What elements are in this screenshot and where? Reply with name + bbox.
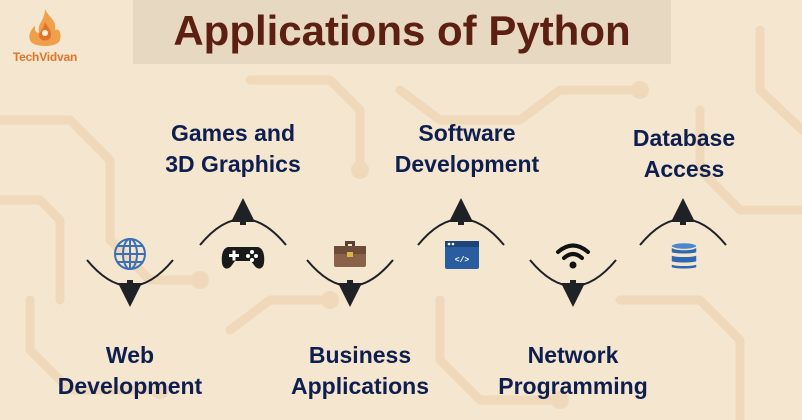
label-line-1: Network [527,342,619,368]
label-line-1: Database [632,125,736,151]
label-web-development: Web Development [38,340,222,402]
briefcase-icon [334,241,366,267]
label-database-access: Database Access [606,123,762,185]
code-icon: </> [445,241,479,269]
label-line-1: Games and [171,120,295,146]
label-line-2: Development [57,373,203,399]
globe-icon [114,238,146,270]
label-games-3d-graphics: Games and 3D Graphics [146,118,320,180]
database-icon [670,241,698,270]
svg-text:</>: </> [455,256,470,265]
label-line-1: Business [308,342,412,368]
label-line-2: 3D Graphics [165,151,301,177]
gamepad-icon [221,247,265,269]
label-line-1: Web [105,342,155,368]
label-line-2: Applications [290,373,429,399]
label-line-2: Development [394,151,540,177]
label-business-applications: Business Applications [270,340,450,402]
label-network-programming: Network Programming [480,340,666,402]
label-software-development: Software Development [375,118,559,180]
label-line-2: Access [643,156,725,182]
label-line-2: Programming [498,373,648,399]
label-line-1: Software [418,120,516,146]
wifi-icon [556,243,590,269]
